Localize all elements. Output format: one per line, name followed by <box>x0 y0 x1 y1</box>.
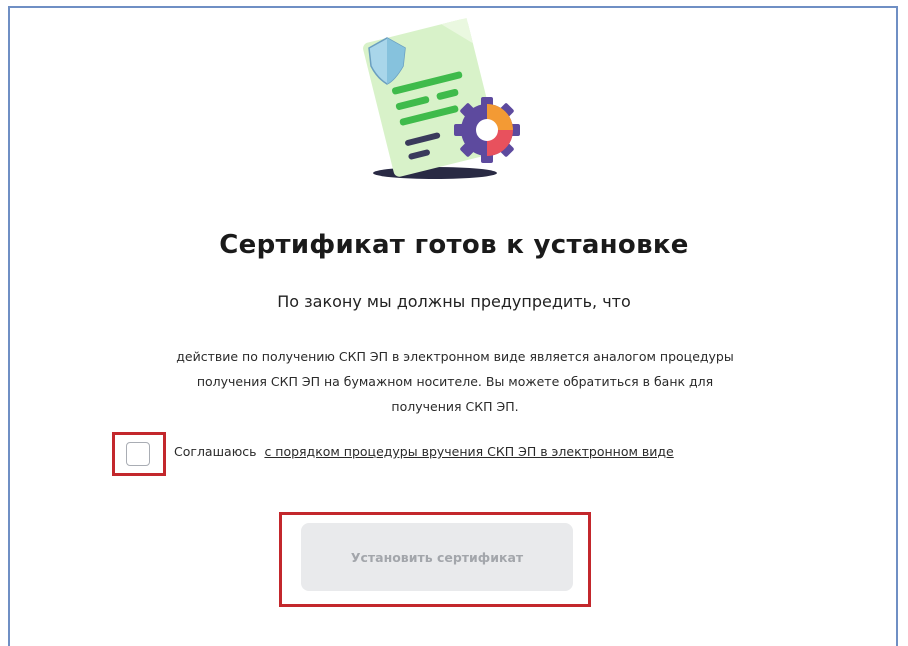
description-line: действие по получению СКП ЭП в электронн… <box>176 349 734 364</box>
agreement-label: Соглашаюсь с порядком процедуры вручения… <box>174 444 674 459</box>
agreement-prefix: Соглашаюсь <box>174 444 257 459</box>
agreement-checkbox[interactable] <box>126 442 150 466</box>
certificate-icon <box>363 17 520 179</box>
page-title: Сертификат готов к установке <box>219 230 689 260</box>
description-line: получения СКП ЭП на бумажном носителе. В… <box>196 374 714 389</box>
agreement-row: Соглашаюсь с порядком процедуры вручения… <box>112 432 772 478</box>
legal-description: действие по получению СКП ЭП в электронн… <box>100 344 810 419</box>
install-certificate-button[interactable]: Установить сертификат <box>301 523 573 591</box>
description-line: получения СКП ЭП. <box>391 399 519 414</box>
certificate-illustration <box>355 8 545 184</box>
procedure-link[interactable]: с порядком процедуры вручения СКП ЭП в э… <box>264 444 673 459</box>
warning-subtitle: По закону мы должны предупредить, что <box>277 292 631 311</box>
